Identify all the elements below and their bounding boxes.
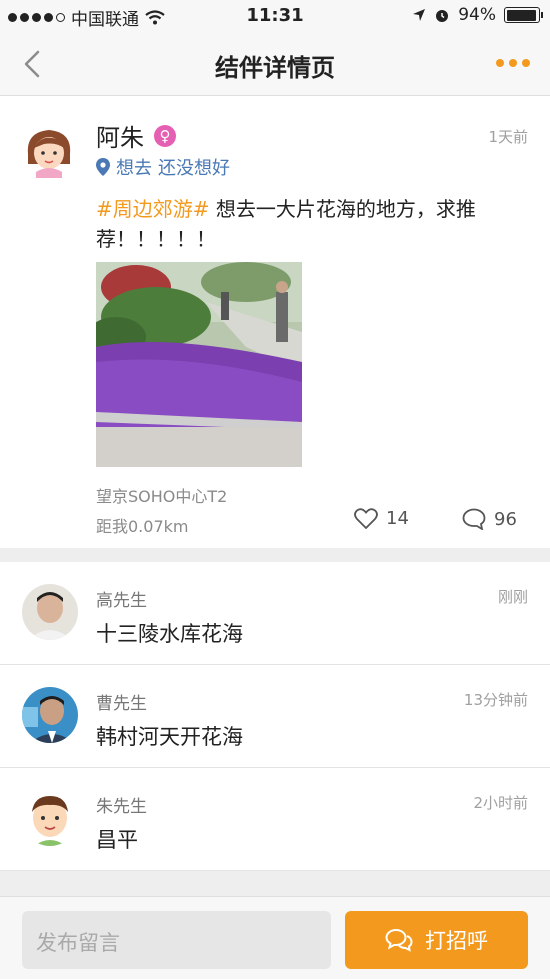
comment-text: 昌平 bbox=[96, 828, 138, 852]
location-arrow-icon bbox=[413, 9, 426, 21]
list-item[interactable]: 朱先生 2小时前 昌平 bbox=[0, 768, 550, 871]
more-dots-icon[interactable] bbox=[496, 59, 530, 67]
post-content: #周边郊游# 想去一大片花海的地方，求推荐！！！！！ bbox=[96, 194, 516, 254]
comment-input[interactable]: 发布留言 bbox=[22, 911, 331, 969]
avatar[interactable] bbox=[22, 124, 76, 178]
list-item[interactable]: 曹先生 13分钟前 韩村河天开花海 bbox=[0, 665, 550, 768]
alarm-icon bbox=[436, 10, 449, 22]
location-pin-icon bbox=[96, 158, 110, 176]
avatar[interactable] bbox=[22, 687, 78, 743]
status-bar: 中国联通 11:31 94% bbox=[0, 0, 550, 32]
avatar[interactable] bbox=[22, 584, 78, 640]
intent-value: 还没想好 bbox=[158, 158, 230, 179]
avatar[interactable] bbox=[22, 790, 78, 846]
comment-time: 2小时前 bbox=[473, 794, 528, 812]
comment-author: 曹先生 bbox=[96, 694, 147, 714]
comment-text: 韩村河天开花海 bbox=[96, 725, 243, 749]
post-photo[interactable] bbox=[96, 262, 302, 467]
post-location: 望京SOHO中心T2 bbox=[96, 487, 228, 506]
comment-list: 高先生 刚刚 十三陵水库花海 曹先生 13分钟前 韩村河天开花海 朱先生 2小时… bbox=[0, 562, 550, 871]
comment-button[interactable]: 96 bbox=[462, 508, 517, 530]
topic-tag[interactable]: #周边郊游# bbox=[96, 197, 210, 221]
bottom-bar: 发布留言 打招呼 bbox=[0, 896, 550, 979]
post-intent: 想去 还没想好 bbox=[96, 154, 230, 180]
like-button[interactable]: 14 bbox=[354, 508, 409, 529]
intent-label: 想去 bbox=[116, 158, 152, 179]
page-title: 结伴详情页 bbox=[215, 54, 335, 82]
battery-icon bbox=[504, 7, 543, 23]
list-item[interactable]: 高先生 刚刚 十三陵水库花海 bbox=[0, 562, 550, 665]
comments-count: 96 bbox=[494, 508, 517, 530]
heart-icon bbox=[354, 508, 378, 529]
battery-level bbox=[506, 9, 536, 21]
comment-author: 朱先生 bbox=[96, 797, 147, 817]
chat-bubble-icon bbox=[385, 928, 413, 952]
comment-text: 十三陵水库花海 bbox=[96, 622, 243, 646]
post-distance: 距我0.07km bbox=[96, 517, 189, 536]
likes-count: 14 bbox=[386, 508, 409, 529]
comment-bubble-icon bbox=[462, 508, 486, 530]
greet-button[interactable]: 打招呼 bbox=[345, 911, 528, 969]
comment-author: 高先生 bbox=[96, 591, 147, 611]
comment-time: 13分钟前 bbox=[463, 691, 528, 709]
greet-label: 打招呼 bbox=[425, 929, 488, 953]
post-card: 阿朱 ♀ 1天前 想去 还没想好 #周边郊游# 想去一大片花海的地方，求推荐！！… bbox=[0, 96, 550, 548]
status-right: 94% bbox=[412, 5, 543, 25]
comment-time: 刚刚 bbox=[497, 588, 528, 606]
post-author[interactable]: 阿朱 ♀ bbox=[96, 118, 176, 153]
female-icon: ♀ bbox=[154, 124, 176, 147]
post-time: 1天前 bbox=[488, 128, 528, 146]
author-name: 阿朱 bbox=[96, 124, 144, 152]
nav-bar: 结伴详情页 bbox=[0, 32, 550, 96]
battery-percent: 94% bbox=[458, 5, 496, 25]
